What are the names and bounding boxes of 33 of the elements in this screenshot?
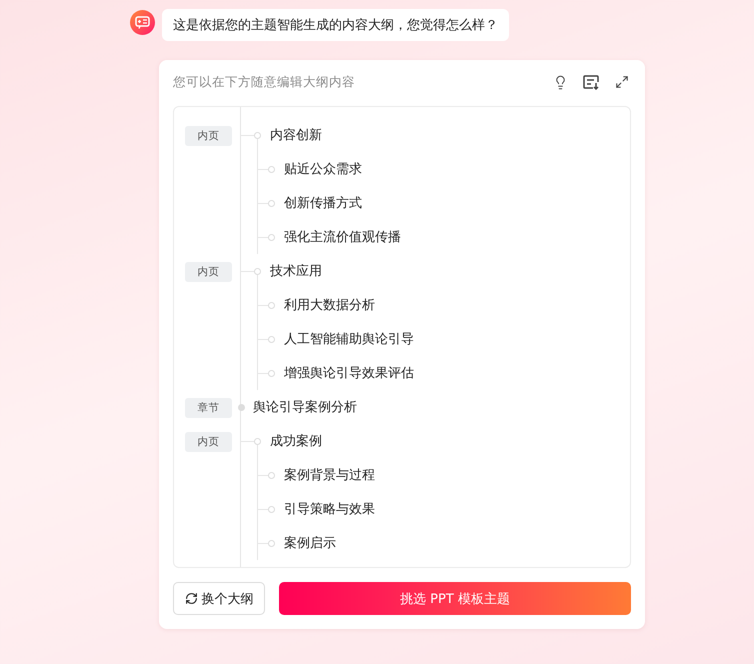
chat-message: 这是依据您的主题智能生成的内容大纲，您觉得怎么样？ xyxy=(162,9,509,41)
outline-editor[interactable]: 内页 内容创新 贴近公众需求 创新传播方式 强化主流价值观传播 内页 技术应用 利用大数据分析 人工智能辅助舆论引导 增强舆论引导效果评估 章节 舆论引导案例分析 内页 成功案例 案例背景与过程 引导策略与效果 案例启示 xyxy=(173,106,631,568)
outline-item[interactable]: 贴近公众需求 xyxy=(284,160,362,178)
outline-item[interactable]: 成功案例 xyxy=(270,432,322,450)
outline-item[interactable]: 人工智能辅助舆论引导 xyxy=(284,330,414,348)
tree-connector xyxy=(257,356,275,390)
expand-icon[interactable] xyxy=(613,73,631,91)
outline-item[interactable]: 利用大数据分析 xyxy=(284,296,375,314)
outline-item[interactable]: 案例背景与过程 xyxy=(284,466,375,484)
outline-tag: 内页 xyxy=(185,126,232,146)
tree-connector xyxy=(257,220,275,254)
tree-connector xyxy=(257,492,275,526)
tree-connector xyxy=(257,186,275,220)
outline-item[interactable]: 引导策略与效果 xyxy=(284,500,375,518)
outline-item[interactable]: 舆论引导案例分析 xyxy=(253,398,357,416)
outline-item[interactable]: 技术应用 xyxy=(270,262,322,280)
tree-connector xyxy=(257,322,275,356)
refresh-icon xyxy=(184,592,198,605)
outline-tag: 内页 xyxy=(185,432,232,452)
edit-hint: 您可以在下方随意编辑大纲内容 xyxy=(173,74,356,90)
tree-connector xyxy=(257,526,275,560)
choose-template-button[interactable]: 挑选 PPT 模板主题 xyxy=(279,582,631,615)
regenerate-button[interactable]: 换个大纲 xyxy=(173,582,265,615)
tree-node-icon xyxy=(238,404,245,411)
outline-item[interactable]: 内容创新 xyxy=(270,126,322,144)
outline-item[interactable]: 强化主流价值观传播 xyxy=(284,228,401,246)
outline-item[interactable]: 创新传播方式 xyxy=(284,194,362,212)
assistant-avatar-icon xyxy=(130,10,155,35)
outline-tag: 内页 xyxy=(185,262,232,282)
outline-item[interactable]: 案例启示 xyxy=(284,534,336,552)
list-download-icon[interactable] xyxy=(582,73,600,91)
outline-tag: 章节 xyxy=(185,398,232,418)
outline-item[interactable]: 增强舆论引导效果评估 xyxy=(284,364,414,382)
